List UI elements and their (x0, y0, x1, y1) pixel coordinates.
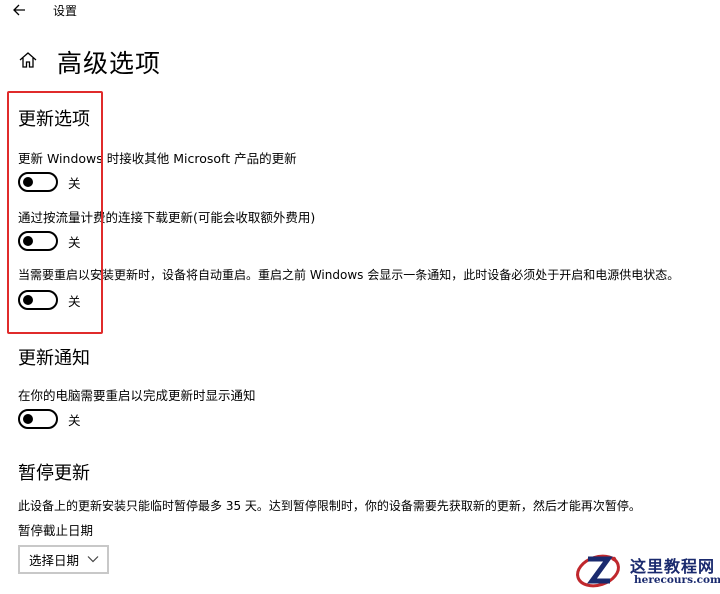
page-title: 高级选项 (57, 49, 162, 78)
restart-notification-label: 在你的电脑需要重启以完成更新时显示通知 (18, 388, 256, 403)
pause-updates-title: 暂停更新 (18, 463, 90, 484)
back-button[interactable] (10, 1, 30, 19)
chevron-down-icon (87, 556, 99, 563)
restart-notification-toggle[interactable]: 关 (18, 409, 81, 429)
settings-page: 设置 高级选项 更新选项 更新 Windows 时接收其他 Microsoft … (0, 0, 720, 594)
watermark: 这里教程网 herecours.com (572, 548, 720, 594)
watermark-logo-icon (576, 554, 620, 588)
pause-date-select[interactable]: 选择日期 (18, 545, 109, 574)
pause-updates-description: 此设备上的更新安装只能临时暂停最多 35 天。达到暂停限制时，你的设备需要先获取… (18, 499, 641, 513)
app-title: 设置 (53, 4, 78, 18)
toggle-state-label: 关 (68, 412, 81, 428)
back-arrow-icon (13, 4, 25, 16)
watermark-url: herecours.com (634, 574, 720, 586)
toggle-switch[interactable] (18, 409, 58, 429)
auto-restart-label: 当需要重启以安装更新时，设备将自动重启。重启之前 Windows 会显示一条通知… (18, 268, 680, 282)
home-icon[interactable] (18, 50, 38, 70)
pause-until-label: 暂停截止日期 (18, 523, 94, 538)
select-value: 选择日期 (29, 553, 80, 568)
highlight-box (7, 91, 103, 334)
update-notifications-title: 更新通知 (18, 348, 90, 369)
toggle-knob (23, 414, 33, 424)
title-bar: 设置 (0, 0, 720, 24)
